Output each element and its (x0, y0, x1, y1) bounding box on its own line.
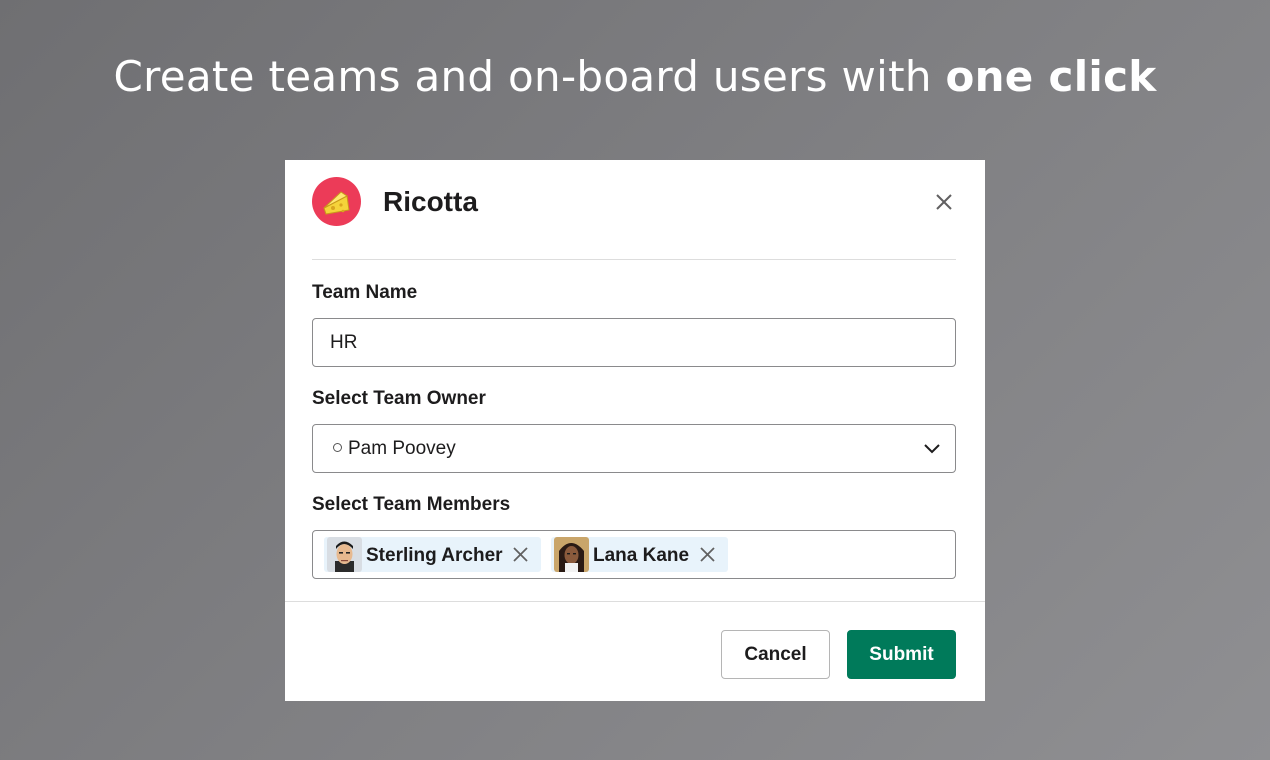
submit-button[interactable]: Submit (847, 630, 956, 679)
avatar (327, 537, 362, 572)
member-chip-name: Lana Kane (593, 545, 690, 566)
member-chip: Sterling Archer (324, 537, 541, 572)
member-chip: Lana Kane (551, 537, 728, 572)
app-title: Ricotta (383, 186, 478, 217)
promo-headline: Create teams and on-board users with one… (0, 52, 1270, 101)
team-owner-selected: Pam Poovey (333, 438, 456, 460)
remove-chip-icon[interactable] (512, 546, 529, 568)
team-name-input[interactable]: HR (312, 318, 956, 367)
team-owner-value: Pam Poovey (348, 438, 456, 459)
footer-divider (285, 601, 985, 602)
close-icon[interactable] (932, 190, 956, 214)
modal-header: Ricotta (312, 177, 956, 260)
member-chip-name: Sterling Archer (366, 545, 503, 566)
avatar (554, 537, 589, 572)
cheese-icon (312, 177, 361, 226)
team-members-multiselect[interactable]: Sterling Archer Lana Kane (312, 530, 956, 579)
presence-away-icon (333, 443, 342, 452)
headline-text: Create teams and on-board users with (113, 52, 946, 101)
team-name-label: Team Name (312, 282, 418, 303)
create-team-modal: Ricotta Team Name HR Select Team Owner P… (285, 160, 985, 701)
team-name-value: HR (330, 332, 358, 353)
team-owner-label: Select Team Owner (312, 388, 486, 409)
chevron-down-icon (923, 441, 941, 462)
headline-bold-text: one click (945, 52, 1157, 101)
team-members-label: Select Team Members (312, 494, 511, 515)
cancel-button[interactable]: Cancel (721, 630, 830, 679)
remove-chip-icon[interactable] (699, 546, 716, 568)
team-owner-select[interactable]: Pam Poovey (312, 424, 956, 473)
